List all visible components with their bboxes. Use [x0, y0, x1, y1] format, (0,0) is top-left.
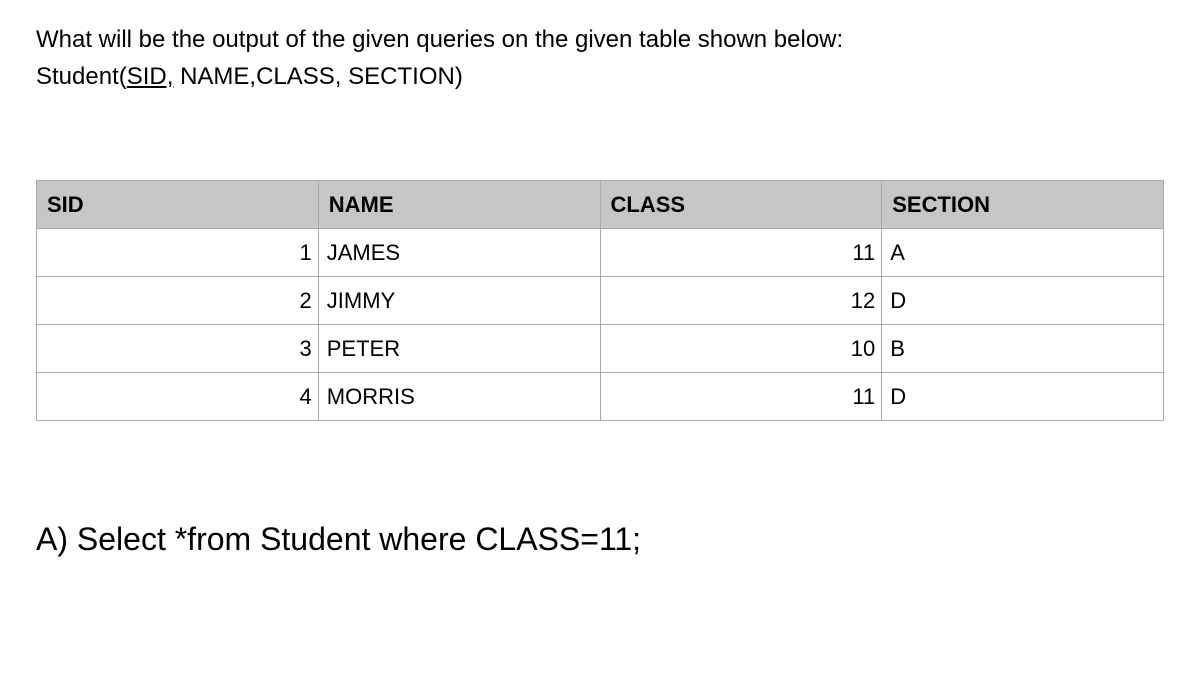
- cell-name: JAMES: [318, 229, 600, 277]
- question-line2: Student(SID, NAME,CLASS, SECTION): [36, 61, 1164, 92]
- cell-class: 10: [600, 325, 882, 373]
- table-row: 4 MORRIS 11 D: [37, 373, 1164, 421]
- cell-sid: 2: [37, 277, 319, 325]
- question-line2-prefix: Student(: [36, 63, 127, 90]
- cell-section: A: [882, 229, 1164, 277]
- cell-section: B: [882, 325, 1164, 373]
- cell-name: PETER: [318, 325, 600, 373]
- question-sid-underline: SID,: [127, 63, 174, 90]
- table-row: 1 JAMES 11 A: [37, 229, 1164, 277]
- query-a: A) Select *from Student where CLASS=11;: [36, 521, 1164, 558]
- cell-class: 12: [600, 277, 882, 325]
- cell-class: 11: [600, 373, 882, 421]
- cell-name: MORRIS: [318, 373, 600, 421]
- table-row: 2 JIMMY 12 D: [37, 277, 1164, 325]
- table-row: 3 PETER 10 B: [37, 325, 1164, 373]
- col-header-name: NAME: [318, 181, 600, 229]
- cell-sid: 4: [37, 373, 319, 421]
- student-table: SID NAME CLASS SECTION 1 JAMES 11 A 2 JI…: [36, 180, 1164, 421]
- cell-section: D: [882, 373, 1164, 421]
- col-header-class: CLASS: [600, 181, 882, 229]
- col-header-section: SECTION: [882, 181, 1164, 229]
- cell-sid: 3: [37, 325, 319, 373]
- col-header-sid: SID: [37, 181, 319, 229]
- cell-section: D: [882, 277, 1164, 325]
- question-line1: What will be the output of the given que…: [36, 24, 1164, 55]
- cell-sid: 1: [37, 229, 319, 277]
- table-header-row: SID NAME CLASS SECTION: [37, 181, 1164, 229]
- cell-name: JIMMY: [318, 277, 600, 325]
- cell-class: 11: [600, 229, 882, 277]
- question-line2-rest: NAME,CLASS, SECTION): [173, 63, 462, 90]
